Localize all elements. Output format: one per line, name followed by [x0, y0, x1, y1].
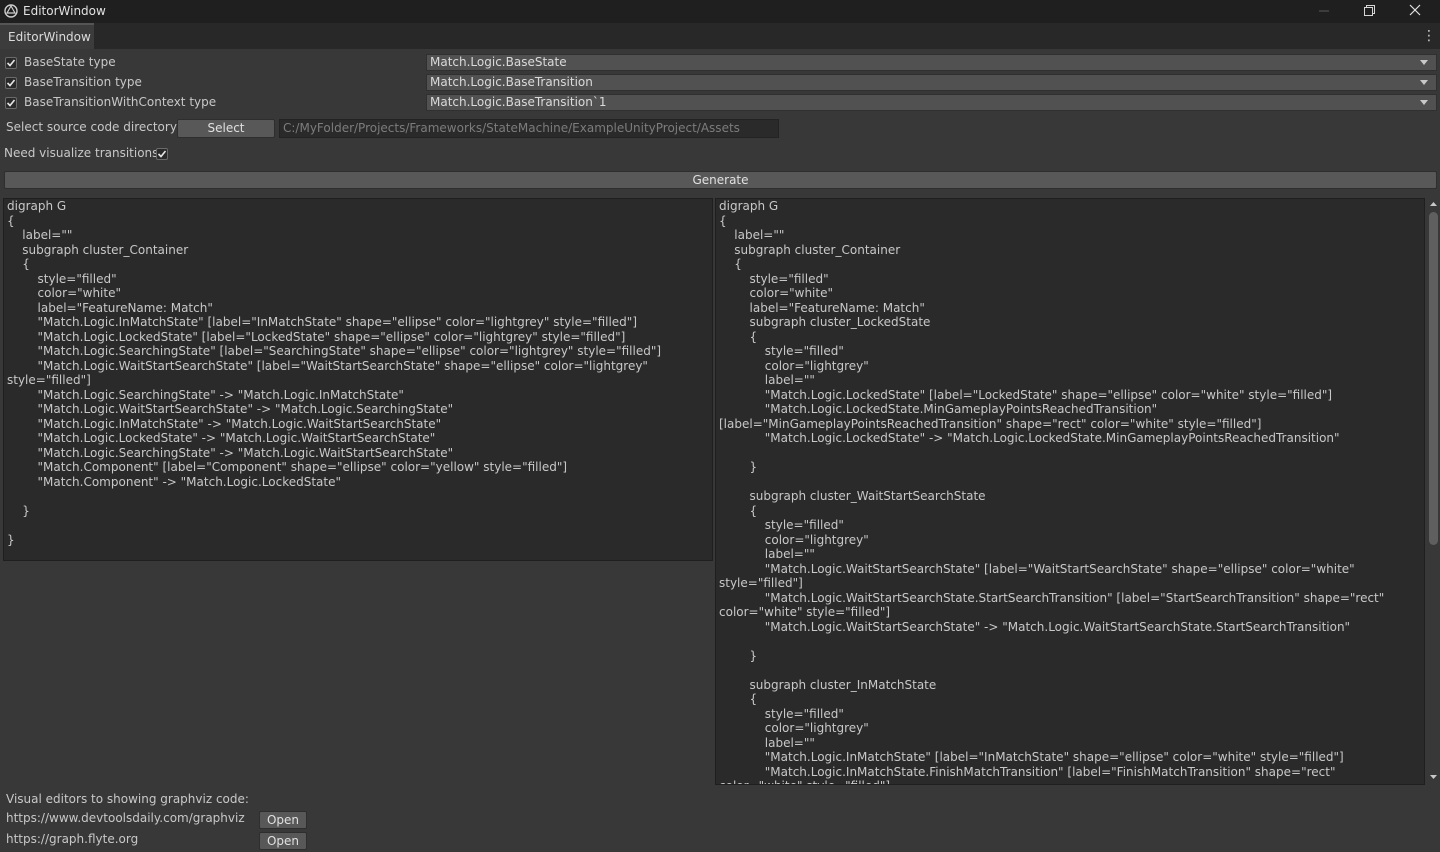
source-graph-code-panel[interactable]: digraph G { label="" subgraph cluster_Co…: [3, 198, 713, 561]
clustered-graph-code[interactable]: digraph G { label="" subgraph cluster_Co…: [716, 199, 1424, 784]
checkmark-icon: [157, 150, 167, 158]
tab-editor-window[interactable]: EditorWindow: [0, 23, 94, 49]
base-state-checkbox[interactable]: [5, 57, 17, 69]
minimize-icon: [1319, 5, 1329, 19]
close-icon: [1409, 4, 1421, 19]
base-transition-context-value: Match.Logic.BaseTransition`1: [430, 95, 607, 109]
tab-strip: [0, 23, 1440, 49]
checkmark-icon: [6, 99, 16, 107]
base-transition-value: Match.Logic.BaseTransition: [430, 75, 593, 89]
visual-editors-heading: Visual editors to showing graphviz code:: [6, 792, 249, 806]
source-graph-code[interactable]: digraph G { label="" subgraph cluster_Co…: [4, 199, 712, 547]
base-transition-context-dropdown[interactable]: Match.Logic.BaseTransition`1: [426, 94, 1437, 111]
scroll-down-arrow-icon[interactable]: [1427, 771, 1440, 783]
visualize-transitions-checkbox[interactable]: [156, 148, 168, 160]
kebab-menu-icon[interactable]: ⋮: [1422, 27, 1436, 45]
generate-button[interactable]: Generate: [4, 171, 1437, 189]
visualize-transitions-label: Need visualize transitions: [4, 146, 159, 160]
scroll-up-arrow-icon[interactable]: [1427, 198, 1440, 210]
editor-link-url: https://graph.flyte.org: [6, 832, 139, 846]
restore-button[interactable]: [1346, 0, 1392, 23]
checkmark-icon: [6, 59, 16, 67]
base-transition-checkbox[interactable]: [5, 77, 17, 89]
chevron-down-icon: [1420, 60, 1428, 65]
select-directory-button[interactable]: Select: [177, 119, 275, 138]
window-title-bar: [0, 0, 1440, 23]
base-transition-label: BaseTransition type: [24, 75, 142, 89]
chevron-down-icon: [1420, 100, 1428, 105]
base-transition-context-label: BaseTransitionWithContext type: [24, 95, 217, 109]
base-state-label: BaseState type: [24, 55, 116, 69]
close-button[interactable]: [1392, 0, 1438, 23]
source-dir-label: Select source code directory: [6, 120, 177, 134]
restore-icon: [1363, 4, 1375, 19]
checkmark-icon: [6, 79, 16, 87]
base-transition-context-checkbox[interactable]: [5, 97, 17, 109]
open-link-button[interactable]: Open: [259, 832, 307, 850]
base-state-value: Match.Logic.BaseState: [430, 55, 567, 69]
source-path-field[interactable]: C:/MyFolder/Projects/Frameworks/StateMac…: [279, 119, 779, 138]
base-state-dropdown[interactable]: Match.Logic.BaseState: [426, 54, 1437, 71]
base-transition-dropdown[interactable]: Match.Logic.BaseTransition: [426, 74, 1437, 91]
chevron-down-icon: [1420, 80, 1428, 85]
unity-app-icon: [4, 4, 18, 18]
scrollbar-thumb[interactable]: [1429, 212, 1438, 545]
open-link-button[interactable]: Open: [259, 811, 307, 829]
clustered-graph-code-panel[interactable]: digraph G { label="" subgraph cluster_Co…: [715, 198, 1425, 785]
window-title: EditorWindow: [23, 4, 106, 18]
minimize-button[interactable]: [1301, 0, 1347, 23]
editor-link-url: https://www.devtoolsdaily.com/graphviz: [6, 811, 245, 825]
